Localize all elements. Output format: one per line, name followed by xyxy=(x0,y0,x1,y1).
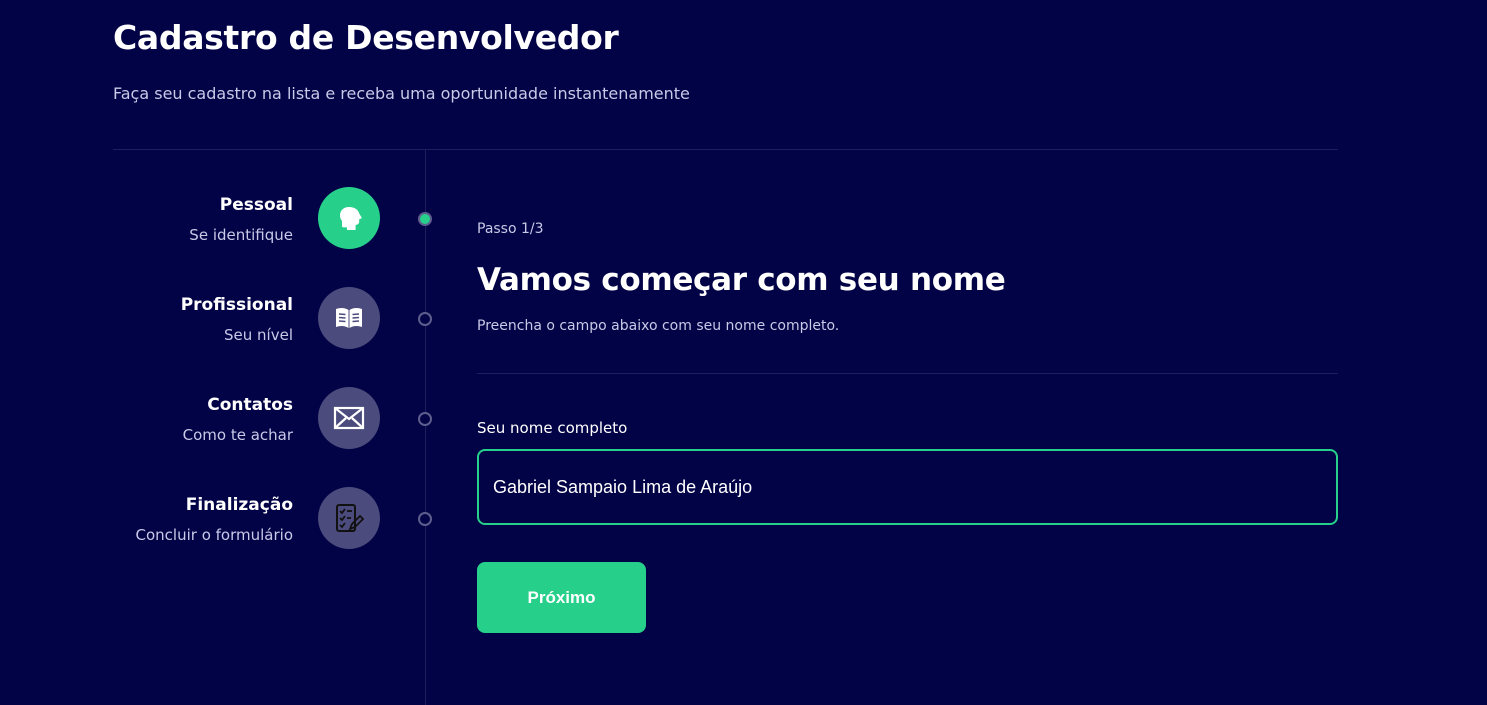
step-finalizacao[interactable]: Finalização Concluir o formulário xyxy=(113,487,443,551)
step-text: Contatos Como te achar xyxy=(183,395,293,445)
step-timeline-dot xyxy=(418,512,432,526)
full-name-input[interactable] xyxy=(477,449,1338,525)
form-panel: Passo 1/3 Vamos começar com seu nome Pre… xyxy=(477,220,1338,633)
step-timeline-dot xyxy=(418,312,432,326)
step-text: Pessoal Se identifique xyxy=(189,195,293,245)
form-description: Preencha o campo abaixo com seu nome com… xyxy=(477,318,840,334)
step-pessoal[interactable]: Pessoal Se identifique xyxy=(113,187,443,251)
step-description: Se identifique xyxy=(189,226,293,244)
step-description: Seu nível xyxy=(224,326,293,344)
form-title: Vamos começar com seu nome xyxy=(477,262,1006,298)
step-icon-circle xyxy=(318,187,380,249)
step-counter: Passo 1/3 xyxy=(477,221,544,237)
step-timeline-dot xyxy=(418,212,432,226)
step-text: Finalização Concluir o formulário xyxy=(136,495,293,545)
step-label: Contatos xyxy=(207,395,293,415)
page-title: Cadastro de Desenvolvedor xyxy=(113,18,619,57)
step-label: Pessoal xyxy=(219,195,293,215)
head-icon xyxy=(340,207,362,230)
header-divider xyxy=(113,149,1338,150)
step-description: Como te achar xyxy=(182,426,293,444)
step-text: Profissional Seu nível xyxy=(181,295,293,345)
step-icon-circle xyxy=(318,287,380,349)
next-button[interactable]: Próximo xyxy=(477,562,646,633)
registration-page: Cadastro de Desenvolvedor Faça seu cadas… xyxy=(0,0,1487,705)
step-icon-circle xyxy=(318,387,380,449)
step-label: Profissional xyxy=(180,295,293,315)
step-contatos[interactable]: Contatos Como te achar xyxy=(113,387,443,451)
step-description: Concluir o formulário xyxy=(135,526,293,544)
step-profissional[interactable]: Profissional Seu nível xyxy=(113,287,443,351)
form-divider xyxy=(477,373,1338,374)
step-icon-circle xyxy=(318,487,380,549)
book-icon xyxy=(336,307,362,328)
checklist-icon xyxy=(336,504,365,532)
full-name-label: Seu nome completo xyxy=(477,419,628,437)
step-timeline-dot xyxy=(418,412,432,426)
mail-icon xyxy=(333,406,365,430)
step-label: Finalização xyxy=(185,495,293,515)
page-header: Cadastro de Desenvolvedor Faça seu cadas… xyxy=(113,18,690,104)
page-subtitle: Faça seu cadastro na lista e receba uma … xyxy=(113,84,690,103)
